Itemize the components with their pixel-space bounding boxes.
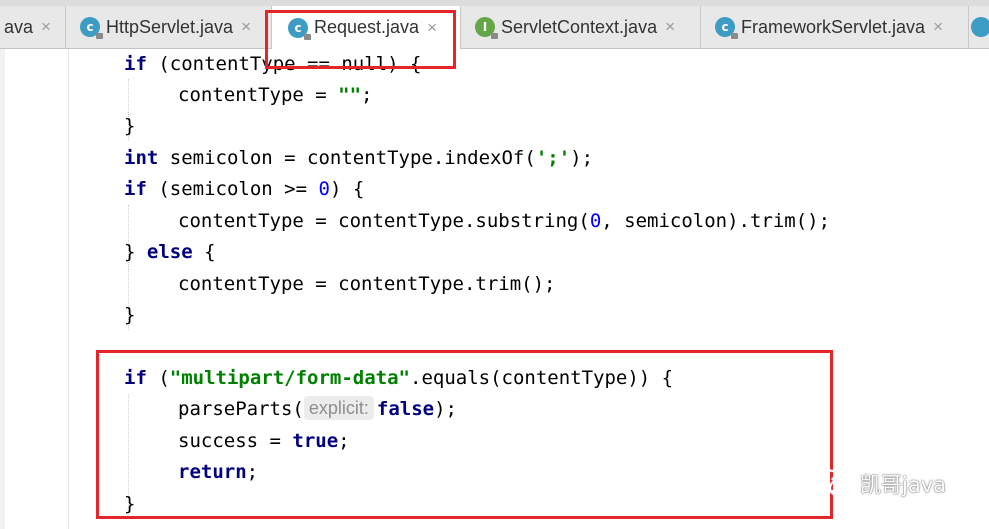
- code-line: contentType = contentType.trim();: [178, 273, 556, 295]
- tab-label: HttpServlet.java: [106, 16, 234, 37]
- lock-icon: [731, 33, 738, 39]
- code-line: }: [124, 304, 136, 326]
- class-icon: [971, 17, 989, 37]
- close-icon[interactable]: ×: [933, 17, 943, 37]
- tab-overflow[interactable]: [969, 6, 989, 48]
- code-highlight-box: [96, 350, 833, 519]
- wechat-icon: [814, 469, 854, 498]
- tab-label: ava: [4, 16, 34, 37]
- tab-label: FrameworkServlet.java: [741, 16, 926, 37]
- code-line: if (semicolon >= 0) {: [124, 178, 365, 200]
- interface-icon: I: [475, 17, 498, 39]
- close-icon[interactable]: ×: [665, 17, 675, 37]
- watermark: 凯哥java: [814, 468, 946, 500]
- code-line: }: [124, 115, 136, 137]
- class-icon: c: [80, 17, 103, 39]
- code-line: int semicolon = contentType.indexOf(';')…: [124, 147, 594, 169]
- close-icon[interactable]: ×: [241, 17, 251, 37]
- editor-tab-bar: ava × c HttpServlet.java × c Request.jav…: [0, 6, 989, 49]
- editor-gutter: [0, 49, 5, 529]
- lock-icon: [96, 33, 103, 39]
- tab-partial-java[interactable]: ava ×: [0, 6, 66, 48]
- watermark-text: 凯哥java: [860, 473, 946, 497]
- tab-frameworkservlet[interactable]: c FrameworkServlet.java ×: [701, 6, 969, 48]
- class-icon: c: [715, 17, 738, 39]
- tab-httpservlet[interactable]: c HttpServlet.java ×: [66, 6, 272, 48]
- close-icon[interactable]: ×: [41, 17, 51, 37]
- code-line: } else {: [124, 241, 216, 263]
- tab-highlight-box: [265, 10, 456, 69]
- fold-line: [68, 49, 69, 529]
- tab-servletcontext[interactable]: I ServletContext.java ×: [461, 6, 701, 48]
- code-line: contentType = "";: [178, 84, 373, 106]
- lock-icon: [491, 33, 498, 39]
- tab-label: ServletContext.java: [501, 16, 658, 37]
- code-line: contentType = contentType.substring(0, s…: [178, 210, 831, 232]
